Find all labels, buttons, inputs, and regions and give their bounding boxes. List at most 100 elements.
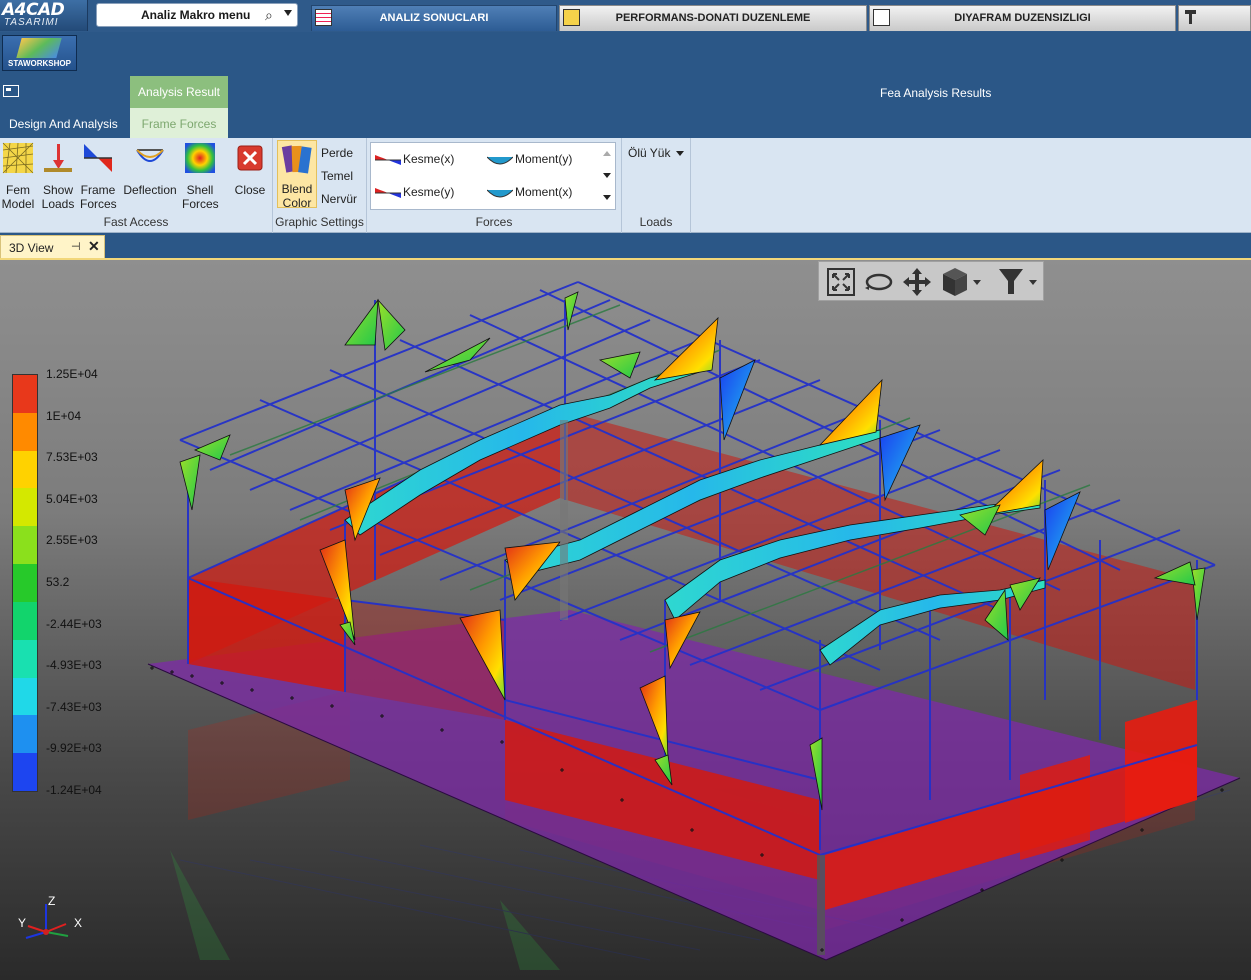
3d-viewport[interactable] (0, 260, 1251, 980)
gallery-expand-icon[interactable] (603, 195, 611, 200)
scroll-up-icon[interactable] (603, 151, 611, 156)
axis-triad: Z Y X (16, 892, 86, 948)
structure-model (147, 281, 1241, 970)
shell-forces-icon (185, 143, 215, 173)
legend-value: -4.93E+03 (46, 658, 102, 673)
chevron-down-icon[interactable] (284, 10, 292, 16)
close-icon[interactable]: ✕ (88, 238, 100, 255)
tab-analiz-sonuclari[interactable]: ANALIZ SONUCLARI (311, 5, 557, 31)
deflection-icon (136, 149, 164, 162)
document-tab-bar (0, 233, 1251, 259)
tab-frame-forces[interactable]: Frame Forces (130, 108, 228, 138)
legend-swatch (13, 753, 37, 791)
moment-icon (487, 156, 513, 165)
deflection-button[interactable]: Deflection (120, 142, 180, 197)
ribbon: Fem Model Show Loads Frame Forces Deflec… (0, 138, 1251, 233)
legend-value: 1.25E+04 (46, 367, 98, 381)
load-case-dropdown[interactable]: Ölü Yük (628, 146, 685, 160)
temel-toggle[interactable]: Temel (321, 169, 353, 183)
shell-forces-button[interactable]: Shell Forces (182, 142, 219, 211)
button-label: Frame (80, 183, 116, 197)
legend-swatch (13, 488, 37, 527)
tab-performans-donati[interactable]: PERFORMANS-DONATI DUZENLEME (559, 5, 867, 31)
orbit-icon[interactable] (863, 266, 895, 298)
axis-x-label: X (74, 916, 83, 930)
pan-icon[interactable] (901, 266, 933, 298)
legend-swatch (13, 375, 37, 413)
macro-menu-dropdown[interactable]: Analiz Makro menu ⌕ (96, 3, 298, 27)
app-window: A4CAD TASARIMI Analiz Makro menu ⌕ ANALI… (0, 0, 1251, 980)
staworkshop-button[interactable]: STAWORKSHOP (2, 35, 77, 71)
scroll-down-icon[interactable] (603, 173, 611, 178)
moment-x-option[interactable]: Moment(x) (487, 185, 572, 199)
tab-label: ANALIZ SONUCLARI (379, 12, 489, 24)
button-label: Loads (41, 197, 75, 211)
pin-icon[interactable]: ⊣ (71, 240, 81, 253)
button-label: Model (1, 197, 35, 211)
tab-extra[interactable] (1178, 5, 1251, 31)
blend-color-button[interactable]: Blend Color (277, 140, 317, 210)
legend-swatch (13, 450, 37, 489)
forces-gallery: Kesme(x) Moment(y) Kesme(y) Moment(x) (370, 142, 616, 210)
legend-value: -9.92E+03 (46, 741, 102, 756)
legend-value: -1.24E+04 (46, 783, 102, 797)
view-toolbar (818, 261, 1044, 301)
legend-value: -2.44E+03 (46, 616, 102, 631)
load-case-value: Ölü Yük (628, 146, 671, 160)
window-icon[interactable] (3, 85, 19, 97)
button-label: Forces (182, 197, 219, 211)
axis-z-label: Z (48, 894, 56, 908)
button-label: Blend (281, 182, 313, 196)
tab-diyafram[interactable]: DIYAFRAM DUZENSIZLIGI (869, 5, 1176, 31)
blend-color-icon (281, 145, 312, 174)
view-cube-icon[interactable] (939, 266, 983, 298)
legend-value: 2.55E+03 (46, 533, 98, 548)
window-title: Fea Analysis Results (880, 86, 992, 100)
frame-forces-button[interactable]: Frame Forces (80, 142, 117, 211)
context-tab-analysis-result[interactable]: Analysis Result (130, 76, 228, 108)
tab-label: DIYAFRAM DUZENSIZLIGI (954, 12, 1091, 24)
logo-subtext: TASARIMI (4, 17, 59, 28)
group-label: Forces (475, 215, 513, 229)
shear-icon (375, 154, 401, 165)
close-icon (237, 145, 263, 171)
zoom-extents-icon[interactable] (825, 266, 857, 298)
tab-3d-view[interactable]: 3D View ⊣ ✕ (0, 235, 105, 259)
button-label: Forces (80, 197, 117, 211)
button-label: Shell (186, 183, 214, 197)
button-label: Show (42, 183, 74, 197)
button-label: Deflection (123, 183, 177, 197)
legend-swatch (13, 677, 37, 716)
kesme-y-option[interactable]: Kesme(y) (375, 185, 454, 199)
button-label: Color (282, 196, 312, 210)
button-label: Fem (6, 183, 30, 197)
legend-swatch (13, 564, 37, 602)
close-button[interactable]: Close (232, 142, 268, 197)
show-loads-button[interactable]: Show Loads (40, 142, 76, 211)
legend-swatch (13, 526, 37, 565)
fem-model-button[interactable]: Fem Model (0, 142, 36, 211)
perde-toggle[interactable]: Perde (321, 146, 353, 160)
app-logo[interactable]: A4CAD TASARIMI (0, 0, 88, 31)
tab-design-and-analysis[interactable]: Design And Analysis (0, 108, 127, 138)
macro-menu-label: Analiz Makro menu (141, 8, 251, 22)
filter-icon[interactable] (995, 266, 1039, 298)
force-label: Kesme(y) (403, 185, 455, 199)
legend-swatch (13, 601, 37, 640)
group-label: Graphic Settings (275, 215, 364, 229)
moment-y-option[interactable]: Moment(y) (487, 152, 572, 166)
nervur-toggle[interactable]: Nervür (321, 192, 357, 206)
kesme-x-option[interactable]: Kesme(x) (375, 152, 454, 166)
shear-icon (375, 187, 401, 198)
top-bar: A4CAD TASARIMI Analiz Makro menu ⌕ ANALI… (0, 0, 1251, 32)
tab-label: PERFORMANS-DONATI DUZENLEME (615, 12, 811, 24)
staworkshop-icon (16, 38, 62, 58)
axis-y-label: Y (18, 916, 27, 930)
show-loads-icon (44, 144, 72, 172)
legend-value: -7.43E+03 (46, 699, 102, 714)
search-icon[interactable]: ⌕ (265, 7, 273, 24)
legend-swatch (13, 715, 37, 754)
legend-swatch (13, 412, 37, 451)
force-label: Kesme(x) (403, 152, 455, 166)
group-label: Loads (639, 215, 673, 229)
